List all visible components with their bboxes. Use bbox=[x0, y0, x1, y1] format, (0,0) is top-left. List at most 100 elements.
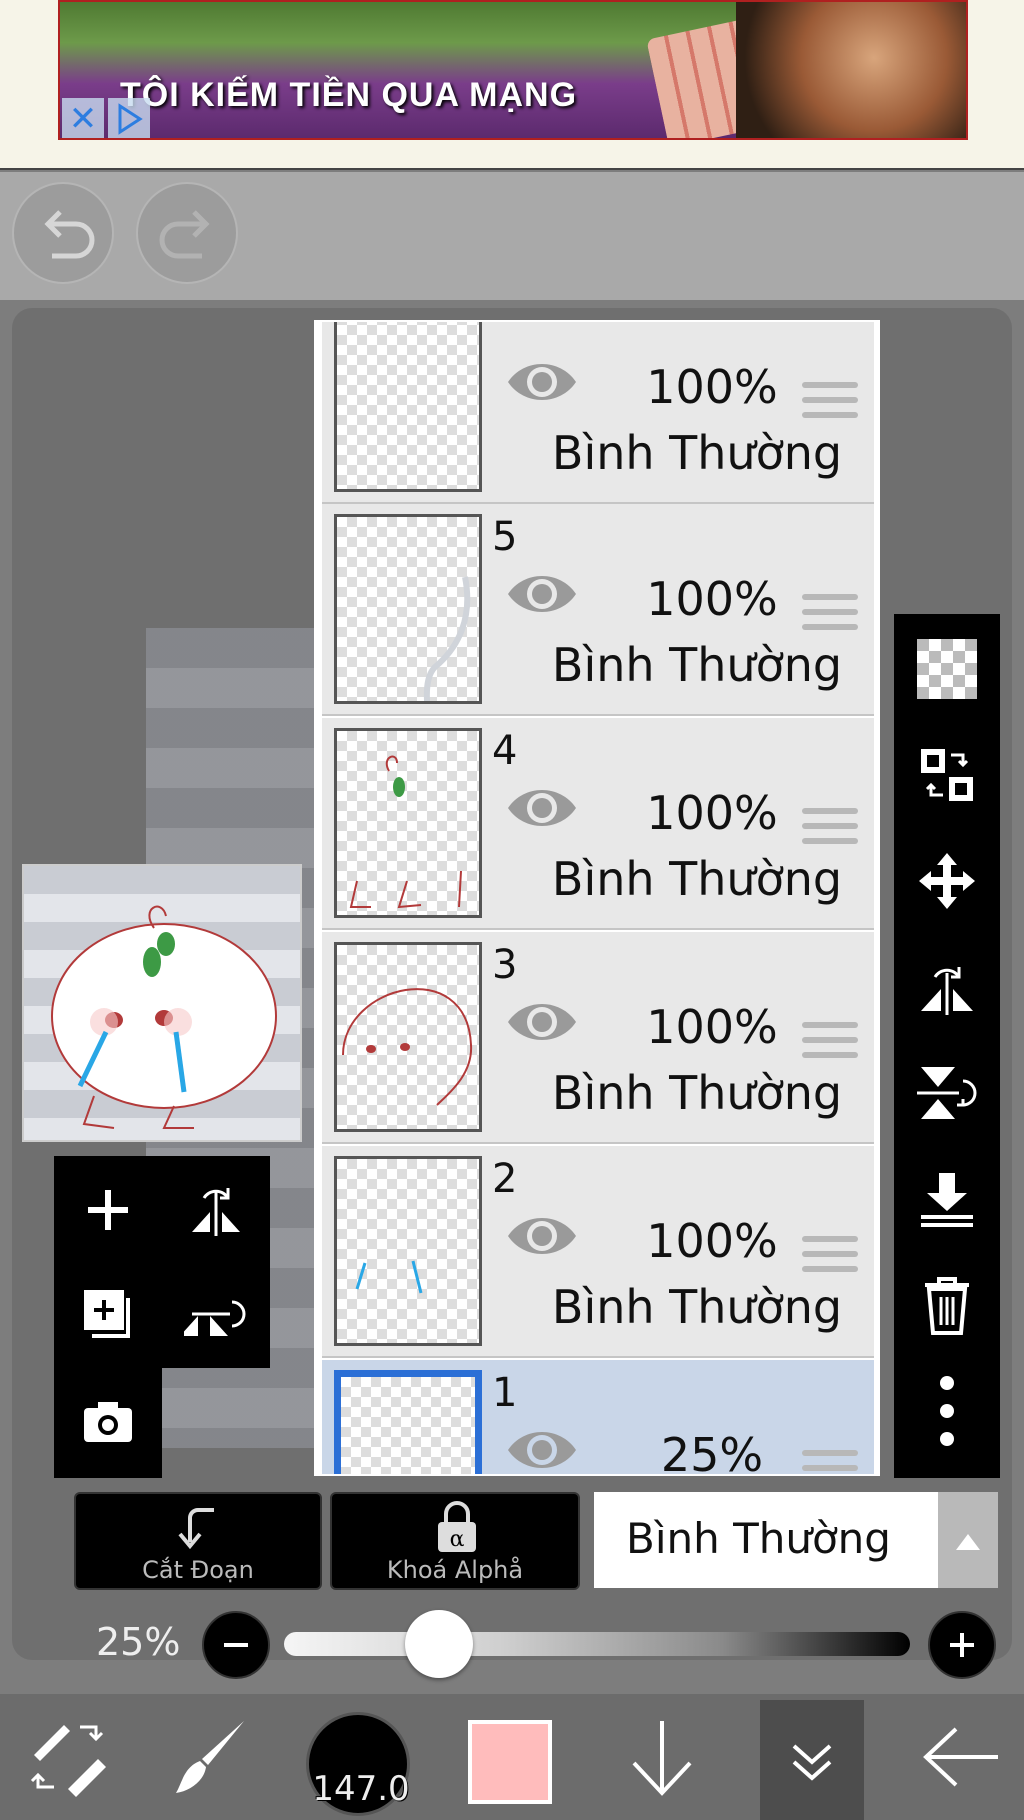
duplicate-layer-button[interactable] bbox=[58, 1264, 158, 1364]
layer-blend-mode: Bình Thường bbox=[551, 638, 843, 692]
ad-close-icon[interactable]: ✕ bbox=[62, 98, 104, 138]
camera-icon bbox=[84, 1402, 132, 1442]
plus-icon bbox=[950, 1633, 974, 1657]
plus-icon bbox=[88, 1190, 128, 1230]
visibility-toggle[interactable] bbox=[504, 1422, 580, 1474]
layer-item[interactable]: 5 100% Bình Thường bbox=[322, 504, 874, 716]
camera-tool-panel bbox=[54, 1368, 162, 1478]
blend-mode-value: Bình Thường bbox=[626, 1514, 891, 1563]
layer-number: 1 bbox=[492, 1370, 518, 1416]
layer-item[interactable]: 2 100% Bình Thường bbox=[322, 1146, 874, 1358]
eye-icon bbox=[508, 364, 576, 400]
layer-list[interactable]: 100% Bình Thường 5 100% Bình Thường 4 10… bbox=[314, 320, 880, 1476]
visibility-toggle[interactable] bbox=[504, 780, 580, 840]
layer-thumbnail bbox=[334, 1156, 482, 1346]
tool-switch-button[interactable] bbox=[16, 1700, 116, 1814]
layer-thumbnail bbox=[334, 728, 482, 918]
flip-horizontal-icon bbox=[192, 1188, 240, 1236]
ad-banner: TÔI KIẾM TIỀN QUA MẠNG ✕ bbox=[0, 0, 1024, 170]
flip-vertical-layer-button[interactable] bbox=[902, 1048, 992, 1138]
merge-down-button[interactable] bbox=[902, 1154, 992, 1244]
layer-opacity: 25% bbox=[660, 1428, 764, 1476]
back-button[interactable] bbox=[912, 1700, 1012, 1814]
double-chevron-down-icon bbox=[792, 1744, 832, 1781]
ad-choices-icon[interactable] bbox=[108, 98, 150, 138]
ad-person-image bbox=[736, 2, 966, 138]
flip-horizontal-icon bbox=[921, 967, 973, 1015]
undo-button[interactable] bbox=[12, 182, 114, 284]
trash-icon bbox=[925, 1277, 969, 1335]
brush-size-button[interactable]: 147.0 bbox=[306, 1712, 410, 1816]
move-icon bbox=[919, 853, 975, 909]
layer-thumbnail bbox=[334, 1370, 482, 1474]
brush-icon bbox=[176, 1721, 244, 1793]
layer-blend-mode: Bình Thường bbox=[551, 426, 843, 480]
flip-horizontal-button[interactable] bbox=[166, 1160, 266, 1260]
drag-handle-icon[interactable] bbox=[802, 1022, 858, 1067]
add-layer-button[interactable] bbox=[58, 1160, 158, 1260]
opacity-decrease-button[interactable] bbox=[202, 1611, 270, 1679]
layer-opacity: 100% bbox=[646, 786, 778, 840]
opacity-value: 25% bbox=[96, 1620, 181, 1664]
flip-vertical-icon bbox=[917, 1067, 977, 1119]
alpha-lock-button[interactable]: α Khoá Alphå bbox=[330, 1492, 580, 1590]
merge-down-icon bbox=[921, 1173, 973, 1227]
layer-item[interactable]: 3 100% Bình Thường bbox=[322, 932, 874, 1144]
layer-thumbnail bbox=[334, 514, 482, 704]
layer-thumbnail bbox=[334, 942, 482, 1132]
eye-icon bbox=[508, 1004, 576, 1040]
clipping-button[interactable]: Cắt Đoạn bbox=[74, 1492, 322, 1590]
drag-handle-icon[interactable] bbox=[802, 382, 858, 427]
ad-text: TÔI KIẾM TIỀN QUA MẠNG bbox=[120, 76, 578, 114]
artwork-preview[interactable] bbox=[22, 864, 302, 1142]
delete-layer-button[interactable] bbox=[902, 1260, 992, 1350]
swap-layer-button[interactable] bbox=[902, 730, 992, 820]
import-photo-button[interactable] bbox=[58, 1372, 158, 1472]
layer-item[interactable]: 4 100% Bình Thường bbox=[322, 718, 874, 930]
visibility-toggle[interactable] bbox=[504, 354, 580, 414]
layer-opacity: 100% bbox=[646, 572, 778, 626]
flip-horizontal-layer-button[interactable] bbox=[902, 942, 992, 1032]
more-vertical-icon bbox=[940, 1376, 954, 1446]
opacity-slider-handle[interactable] bbox=[404, 1610, 473, 1678]
ad-creative[interactable]: TÔI KIẾM TIỀN QUA MẠNG ✕ bbox=[58, 0, 968, 140]
visibility-toggle[interactable] bbox=[504, 994, 580, 1054]
layer-blend-mode: Bình Thường bbox=[551, 1066, 843, 1120]
opacity-slider[interactable] bbox=[284, 1632, 910, 1656]
drag-handle-icon[interactable] bbox=[802, 808, 858, 853]
eye-icon bbox=[508, 790, 576, 826]
undo-icon bbox=[44, 210, 95, 259]
move-button[interactable] bbox=[902, 836, 992, 926]
drag-handle-icon[interactable] bbox=[802, 1236, 858, 1281]
flip-vertical-button[interactable] bbox=[166, 1264, 266, 1364]
character-drawing bbox=[51, 905, 277, 1129]
blend-mode-select[interactable]: Bình Thường bbox=[594, 1492, 938, 1588]
blend-mode-dropdown-button[interactable] bbox=[938, 1492, 998, 1588]
right-toolbar bbox=[894, 614, 1000, 1478]
more-options-button[interactable] bbox=[902, 1366, 992, 1456]
redo-button[interactable] bbox=[136, 182, 238, 284]
opacity-increase-button[interactable] bbox=[928, 1611, 996, 1679]
layers-menu-button[interactable] bbox=[760, 1700, 864, 1820]
color-swatch[interactable] bbox=[468, 1720, 552, 1804]
visibility-toggle[interactable] bbox=[504, 1208, 580, 1268]
arrow-left-icon bbox=[923, 1727, 998, 1787]
drag-handle-icon[interactable] bbox=[802, 1450, 858, 1474]
brush-tool-button[interactable] bbox=[160, 1700, 260, 1814]
drag-handle-icon[interactable] bbox=[802, 594, 858, 639]
layer-tools-panel bbox=[54, 1156, 270, 1368]
transparency-button[interactable] bbox=[902, 624, 992, 714]
layer-number: 5 bbox=[492, 514, 518, 560]
layer-item[interactable]: 100% Bình Thường bbox=[322, 322, 874, 504]
minus-icon bbox=[224, 1643, 248, 1647]
move-layer-down-button[interactable] bbox=[612, 1700, 712, 1814]
layer-item-selected[interactable]: 1 25% bbox=[322, 1360, 874, 1476]
visibility-toggle[interactable] bbox=[504, 566, 580, 626]
swap-icon bbox=[921, 749, 973, 801]
eye-icon bbox=[508, 1218, 576, 1254]
layer-number: 2 bbox=[492, 1156, 518, 1202]
brush-eraser-switch-icon bbox=[30, 1725, 106, 1797]
flip-vertical-icon bbox=[184, 1300, 246, 1336]
layer-opacity: 100% bbox=[646, 360, 778, 414]
svg-text:α: α bbox=[450, 1527, 465, 1552]
